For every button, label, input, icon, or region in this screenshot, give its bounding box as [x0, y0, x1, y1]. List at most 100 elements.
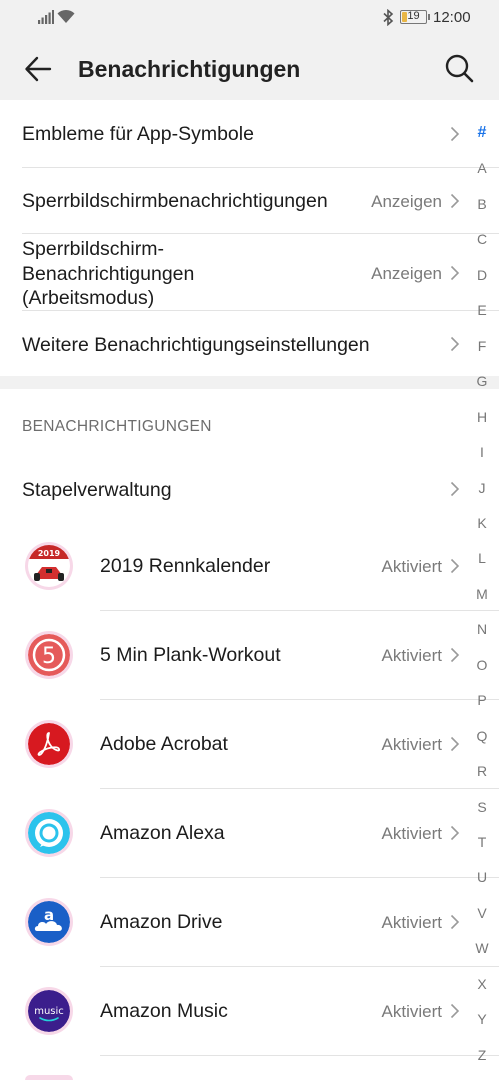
clock: 12:00 [433, 9, 471, 26]
alphabet-index-letter[interactable]: L [468, 549, 496, 567]
adobe-acrobat-icon [25, 720, 73, 768]
next-app-icon [25, 1075, 73, 1080]
settings-row-value: Anzeigen [371, 264, 442, 283]
alphabet-index-letter[interactable]: # [468, 124, 496, 142]
alphabet-index-letter[interactable]: N [468, 620, 496, 638]
alphabet-index-letter[interactable]: B [468, 195, 496, 213]
settings-row-label: Weitere Benachrichtigungseinstellungen [22, 334, 370, 356]
settings-row-label: Sperrbildschirmbenachrichtigungen [22, 190, 328, 212]
app-name: 5 Min Plank-Workout [100, 644, 281, 666]
settings-row-value: Anzeigen [371, 192, 442, 211]
settings-row-label-line: (Arbeitsmodus) [22, 287, 155, 309]
chevron-right-icon [450, 193, 460, 209]
app-name: Adobe Acrobat [100, 733, 228, 755]
chevron-right-icon [450, 126, 460, 142]
alphabet-index-letter[interactable]: U [468, 868, 496, 886]
settings-row-more-notification-settings[interactable]: Weitere Benachrichtigungseinstellungen [0, 311, 466, 376]
settings-row-label: Embleme für App-Symbole [22, 123, 254, 145]
chevron-right-icon [450, 825, 460, 841]
chevron-right-icon [450, 914, 460, 930]
amazon-drive-graphic: a [28, 901, 70, 943]
app-name: Amazon Music [100, 1000, 228, 1022]
amazon-alexa-icon [25, 809, 73, 857]
chevron-right-icon [450, 558, 460, 574]
chevron-right-icon [450, 647, 460, 663]
chevron-right-icon [450, 336, 460, 352]
page-title: Benachrichtigungen [78, 56, 301, 82]
race-calendar-graphic: 2019 [28, 545, 70, 587]
chevron-right-icon [450, 736, 460, 752]
chevron-right-icon [450, 1003, 460, 1019]
app-row-plank-workout[interactable]: 5 5 Min Plank-Workout Aktiviert [0, 611, 466, 699]
app-status: Aktiviert [381, 735, 442, 754]
alphabet-index-letter[interactable]: I [468, 443, 496, 461]
app-status: Aktiviert [381, 1002, 442, 1021]
back-arrow-icon[interactable] [24, 55, 52, 83]
amazon-drive-letter: a [44, 906, 54, 924]
settings-row-label-line: Sperrbildschirm- [22, 238, 164, 260]
alphabet-index-letter[interactable]: K [468, 514, 496, 532]
alphabet-index-letter[interactable]: C [468, 230, 496, 248]
settings-row-label-line: Benachrichtigungen [22, 263, 195, 285]
app-row-rennkalender[interactable]: 2019 2019 Rennkalender Aktiviert [0, 521, 466, 610]
battery-level: 19 [407, 10, 420, 22]
battery-icon: 19 [400, 10, 430, 24]
race-calendar-year: 2019 [38, 549, 61, 558]
amazon-alexa-graphic [28, 812, 70, 854]
alphabet-index-letter[interactable]: M [468, 585, 496, 603]
app-name: 2019 Rennkalender [100, 555, 271, 577]
plank-workout-icon: 5 [25, 631, 73, 679]
alphabet-index-letter[interactable]: H [468, 408, 496, 426]
chevron-right-icon [450, 481, 460, 497]
wifi-icon [57, 9, 75, 23]
app-bar: Benachrichtigungen [0, 36, 499, 100]
race-calendar-icon: 2019 [25, 542, 73, 590]
alphabet-index-letter[interactable]: D [468, 266, 496, 284]
bluetooth-icon [383, 9, 394, 26]
app-status: Aktiviert [381, 913, 442, 932]
section-header: BENACHRICHTIGUNGEN [22, 418, 212, 435]
settings-row-lockscreen-notifications[interactable]: Sperrbildschirmbenachrichtigungen Anzeig… [0, 168, 466, 233]
app-name: Amazon Alexa [100, 822, 225, 844]
adobe-acrobat-graphic [28, 723, 70, 765]
chevron-right-icon [450, 265, 460, 281]
alphabet-index-letter[interactable]: Q [468, 727, 496, 745]
alphabet-index-letter[interactable]: Z [468, 1046, 496, 1064]
app-status: Aktiviert [381, 557, 442, 576]
app-status: Aktiviert [381, 646, 442, 665]
alphabet-index-letter[interactable]: O [468, 656, 496, 674]
alphabet-index-letter[interactable]: A [468, 159, 496, 177]
status-bar: 19 12:00 [0, 0, 499, 36]
alphabet-index-letter[interactable]: X [468, 975, 496, 993]
app-row-amazon-drive[interactable]: a Amazon Drive Aktiviert [0, 878, 466, 966]
alphabet-index-letter[interactable]: F [468, 337, 496, 355]
alphabet-index-letter[interactable]: E [468, 301, 496, 319]
app-row-amazon-music[interactable]: music Amazon Music Aktiviert [0, 967, 466, 1055]
alphabet-index-letter[interactable]: T [468, 833, 496, 851]
divider [100, 1055, 499, 1056]
alphabet-index-letter[interactable]: Y [468, 1010, 496, 1028]
app-row-adobe-acrobat[interactable]: Adobe Acrobat Aktiviert [0, 700, 466, 788]
app-status: Aktiviert [381, 824, 442, 843]
settings-row-app-badges[interactable]: Embleme für App-Symbole [0, 100, 466, 167]
amazon-music-wordmark: music [34, 1006, 64, 1017]
plank-workout-number: 5 [42, 644, 56, 669]
alphabet-index-letter[interactable]: S [468, 798, 496, 816]
alphabet-index-letter[interactable]: G [468, 372, 496, 390]
amazon-drive-icon: a [25, 898, 73, 946]
alphabet-index-letter[interactable]: R [468, 762, 496, 780]
settings-row-label: Stapelverwaltung [22, 479, 172, 501]
app-name: Amazon Drive [100, 911, 223, 933]
search-icon[interactable] [444, 53, 474, 83]
alphabet-index-letter[interactable]: W [468, 939, 496, 957]
app-row-amazon-alexa[interactable]: Amazon Alexa Aktiviert [0, 789, 466, 877]
settings-row-batch-management[interactable]: Stapelverwaltung [0, 458, 466, 520]
amazon-music-icon: music [25, 987, 73, 1035]
settings-row-lockscreen-work-mode[interactable]: Sperrbildschirm- Benachrichtigungen (Arb… [0, 234, 466, 310]
plank-workout-graphic: 5 [28, 634, 70, 676]
alphabet-index-letter[interactable]: P [468, 691, 496, 709]
alphabet-index-letter[interactable]: V [468, 904, 496, 922]
alphabet-index-letter[interactable]: J [468, 479, 496, 497]
signal-icon [38, 10, 54, 24]
amazon-music-graphic: music [28, 990, 70, 1032]
